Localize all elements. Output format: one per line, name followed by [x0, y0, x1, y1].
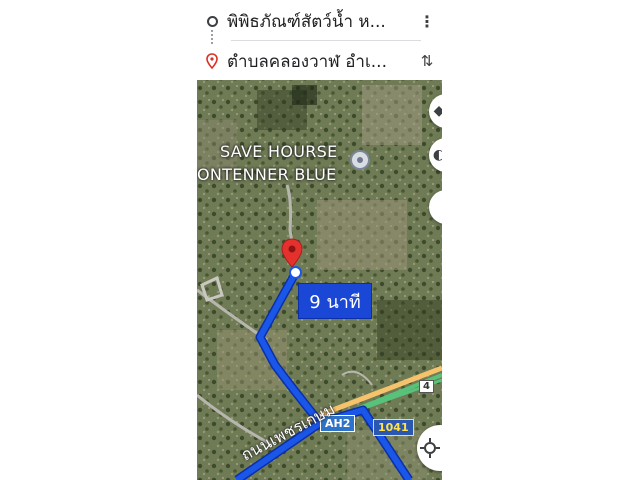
destination-pin-icon[interactable] [281, 238, 303, 268]
more-vert-icon: ⋮ [419, 11, 435, 31]
compass-icon: ◐ [432, 147, 442, 163]
route-shield-1041: 1041 [373, 419, 414, 436]
route-shield-4: 4 [419, 380, 434, 393]
swap-icon: ⇅ [420, 52, 434, 70]
origin-input[interactable]: พิพิธภัณฑ์สัตว์น้ำ ห... [227, 8, 412, 35]
location-crosshair-icon [420, 438, 440, 458]
more-options-button[interactable]: ⋮ [412, 12, 442, 31]
current-location-dot [289, 266, 302, 279]
origin-row[interactable]: พิพิธภัณฑ์สัตว์น้ำ ห... ⋮ [197, 2, 442, 40]
directions-card: พิพิธภัณฑ์สัตว์น้ำ ห... ⋮ ตำบลคลองวาฬ อำ… [197, 0, 442, 80]
layers-icon: ◆ [433, 103, 442, 119]
swap-button[interactable]: ⇅ [412, 52, 442, 70]
place-label-line2[interactable]: ONTENNER BLUE [197, 165, 337, 184]
eta-badge[interactable]: 9 นาที [298, 283, 372, 319]
divider [231, 40, 421, 41]
destination-input[interactable]: ตำบลคลองวาฬ อำเ... [227, 48, 412, 75]
destination-row[interactable]: ตำบลคลองวาฬ อำเ... ⇅ [197, 42, 442, 80]
destination-pin-small-icon [206, 53, 218, 69]
place-label-line1[interactable]: SAVE HOURSE [220, 142, 338, 161]
origin-circle-icon [206, 15, 218, 27]
phone-screen: SAVE HOURSE ONTENNER BLUE 9 นาที 4 AH2 1… [197, 0, 442, 480]
place-marker-icon[interactable] [350, 150, 370, 170]
